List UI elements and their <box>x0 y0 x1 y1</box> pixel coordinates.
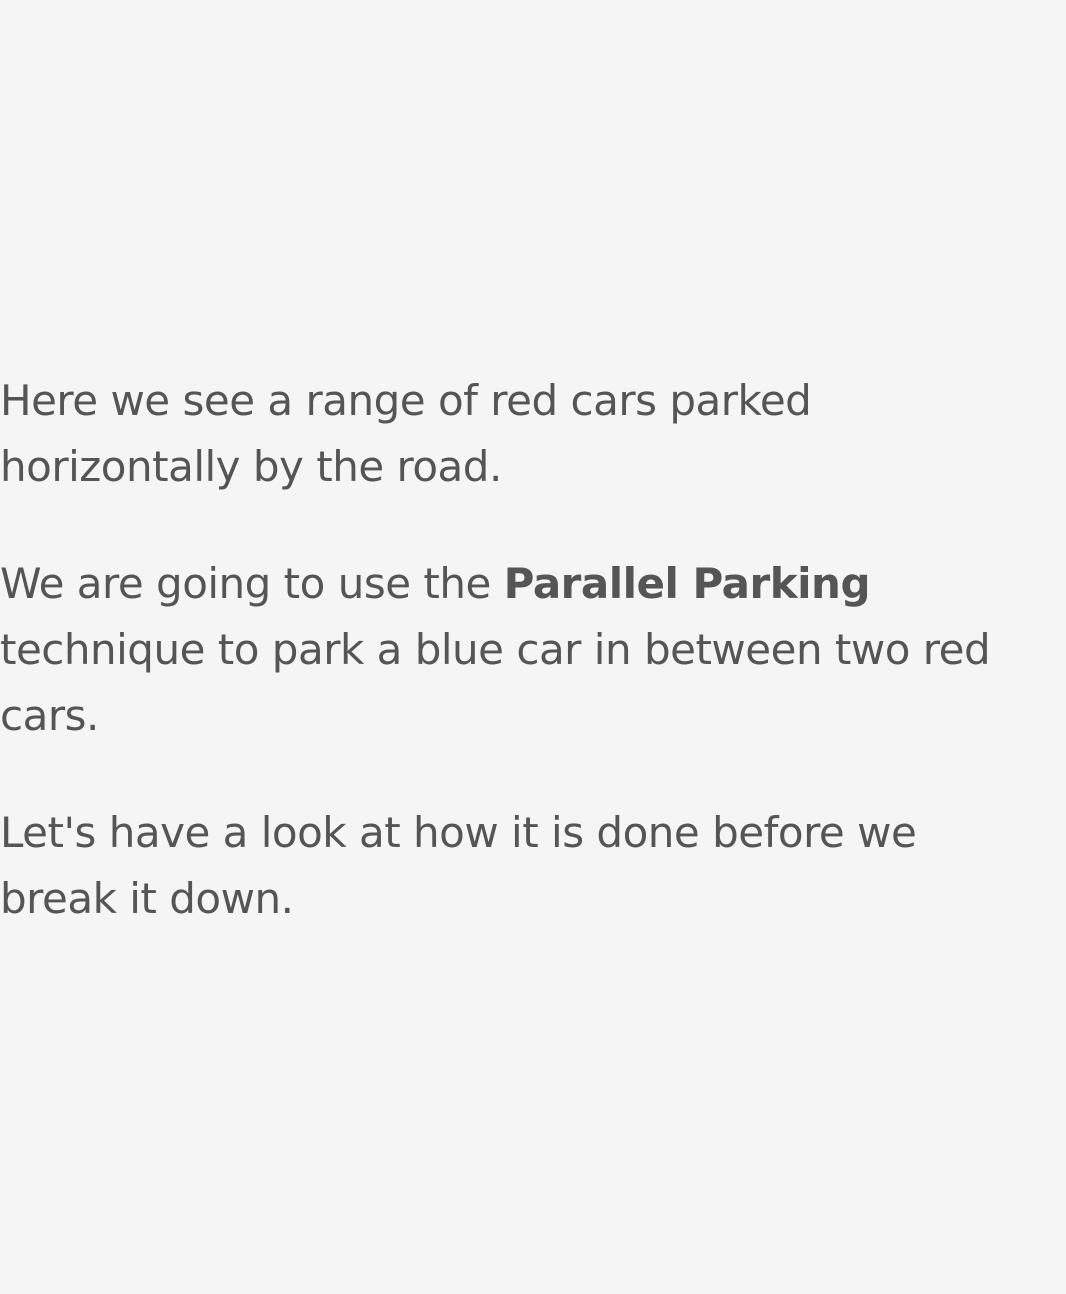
paragraph-intro: Here we see a range of red cars parked h… <box>0 376 812 491</box>
technique-name: Parallel Parking <box>503 559 871 608</box>
paragraph-outro: Let's have a look at how it is done befo… <box>0 808 917 923</box>
lesson-text: Here we see a range of red cars parked h… <box>0 368 1040 983</box>
technique-text-before: We are going to use the <box>0 559 504 608</box>
paragraph-technique: We are going to use the Parallel Parking… <box>0 551 1040 749</box>
technique-text-after: technique to park a blue car in between … <box>0 625 991 740</box>
